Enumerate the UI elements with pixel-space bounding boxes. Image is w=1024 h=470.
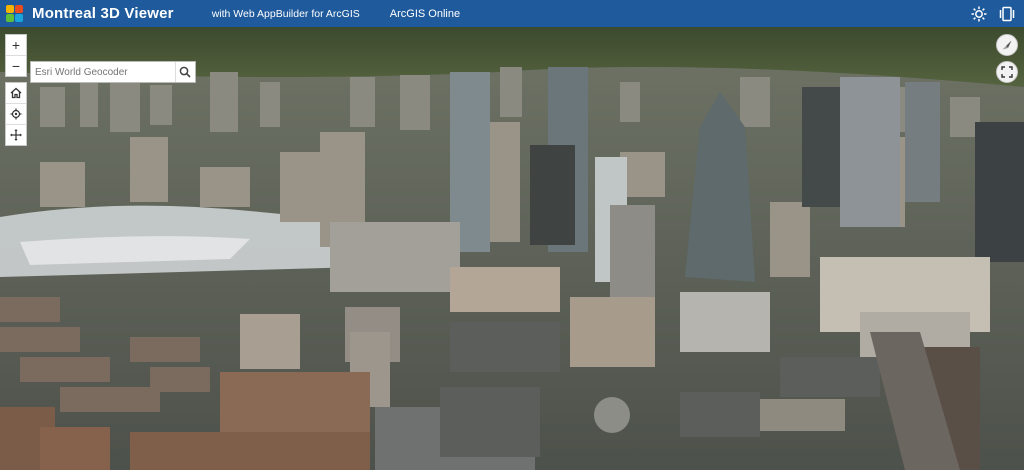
zoom-out-button[interactable]: −: [6, 55, 26, 76]
globe-logo-icon: [6, 4, 24, 23]
pan-icon[interactable]: [6, 124, 26, 145]
home-icon[interactable]: [6, 83, 26, 103]
app-header: Montreal 3D Viewer with Web AppBuilder f…: [0, 0, 1024, 27]
brightness-icon[interactable]: [968, 3, 990, 25]
compass-icon[interactable]: [996, 34, 1018, 56]
city-3d-view: [0, 27, 1024, 470]
zoom-in-button[interactable]: +: [6, 35, 26, 55]
app-title: Montreal 3D Viewer: [32, 5, 174, 22]
arcgis-online-link[interactable]: ArcGIS Online: [390, 8, 460, 20]
search-input[interactable]: [31, 63, 175, 81]
fullscreen-icon[interactable]: [996, 61, 1018, 83]
geocoder-search: [30, 61, 196, 83]
locate-icon[interactable]: [6, 103, 26, 124]
map-scene-view[interactable]: + −: [0, 27, 1024, 470]
device-icon[interactable]: [996, 3, 1018, 25]
zoom-controls: + −: [5, 34, 27, 77]
header-actions: [968, 0, 1024, 27]
navigation-controls: [5, 82, 27, 146]
search-icon[interactable]: [174, 62, 195, 82]
app-subtitle: with Web AppBuilder for ArcGIS: [211, 7, 360, 20]
